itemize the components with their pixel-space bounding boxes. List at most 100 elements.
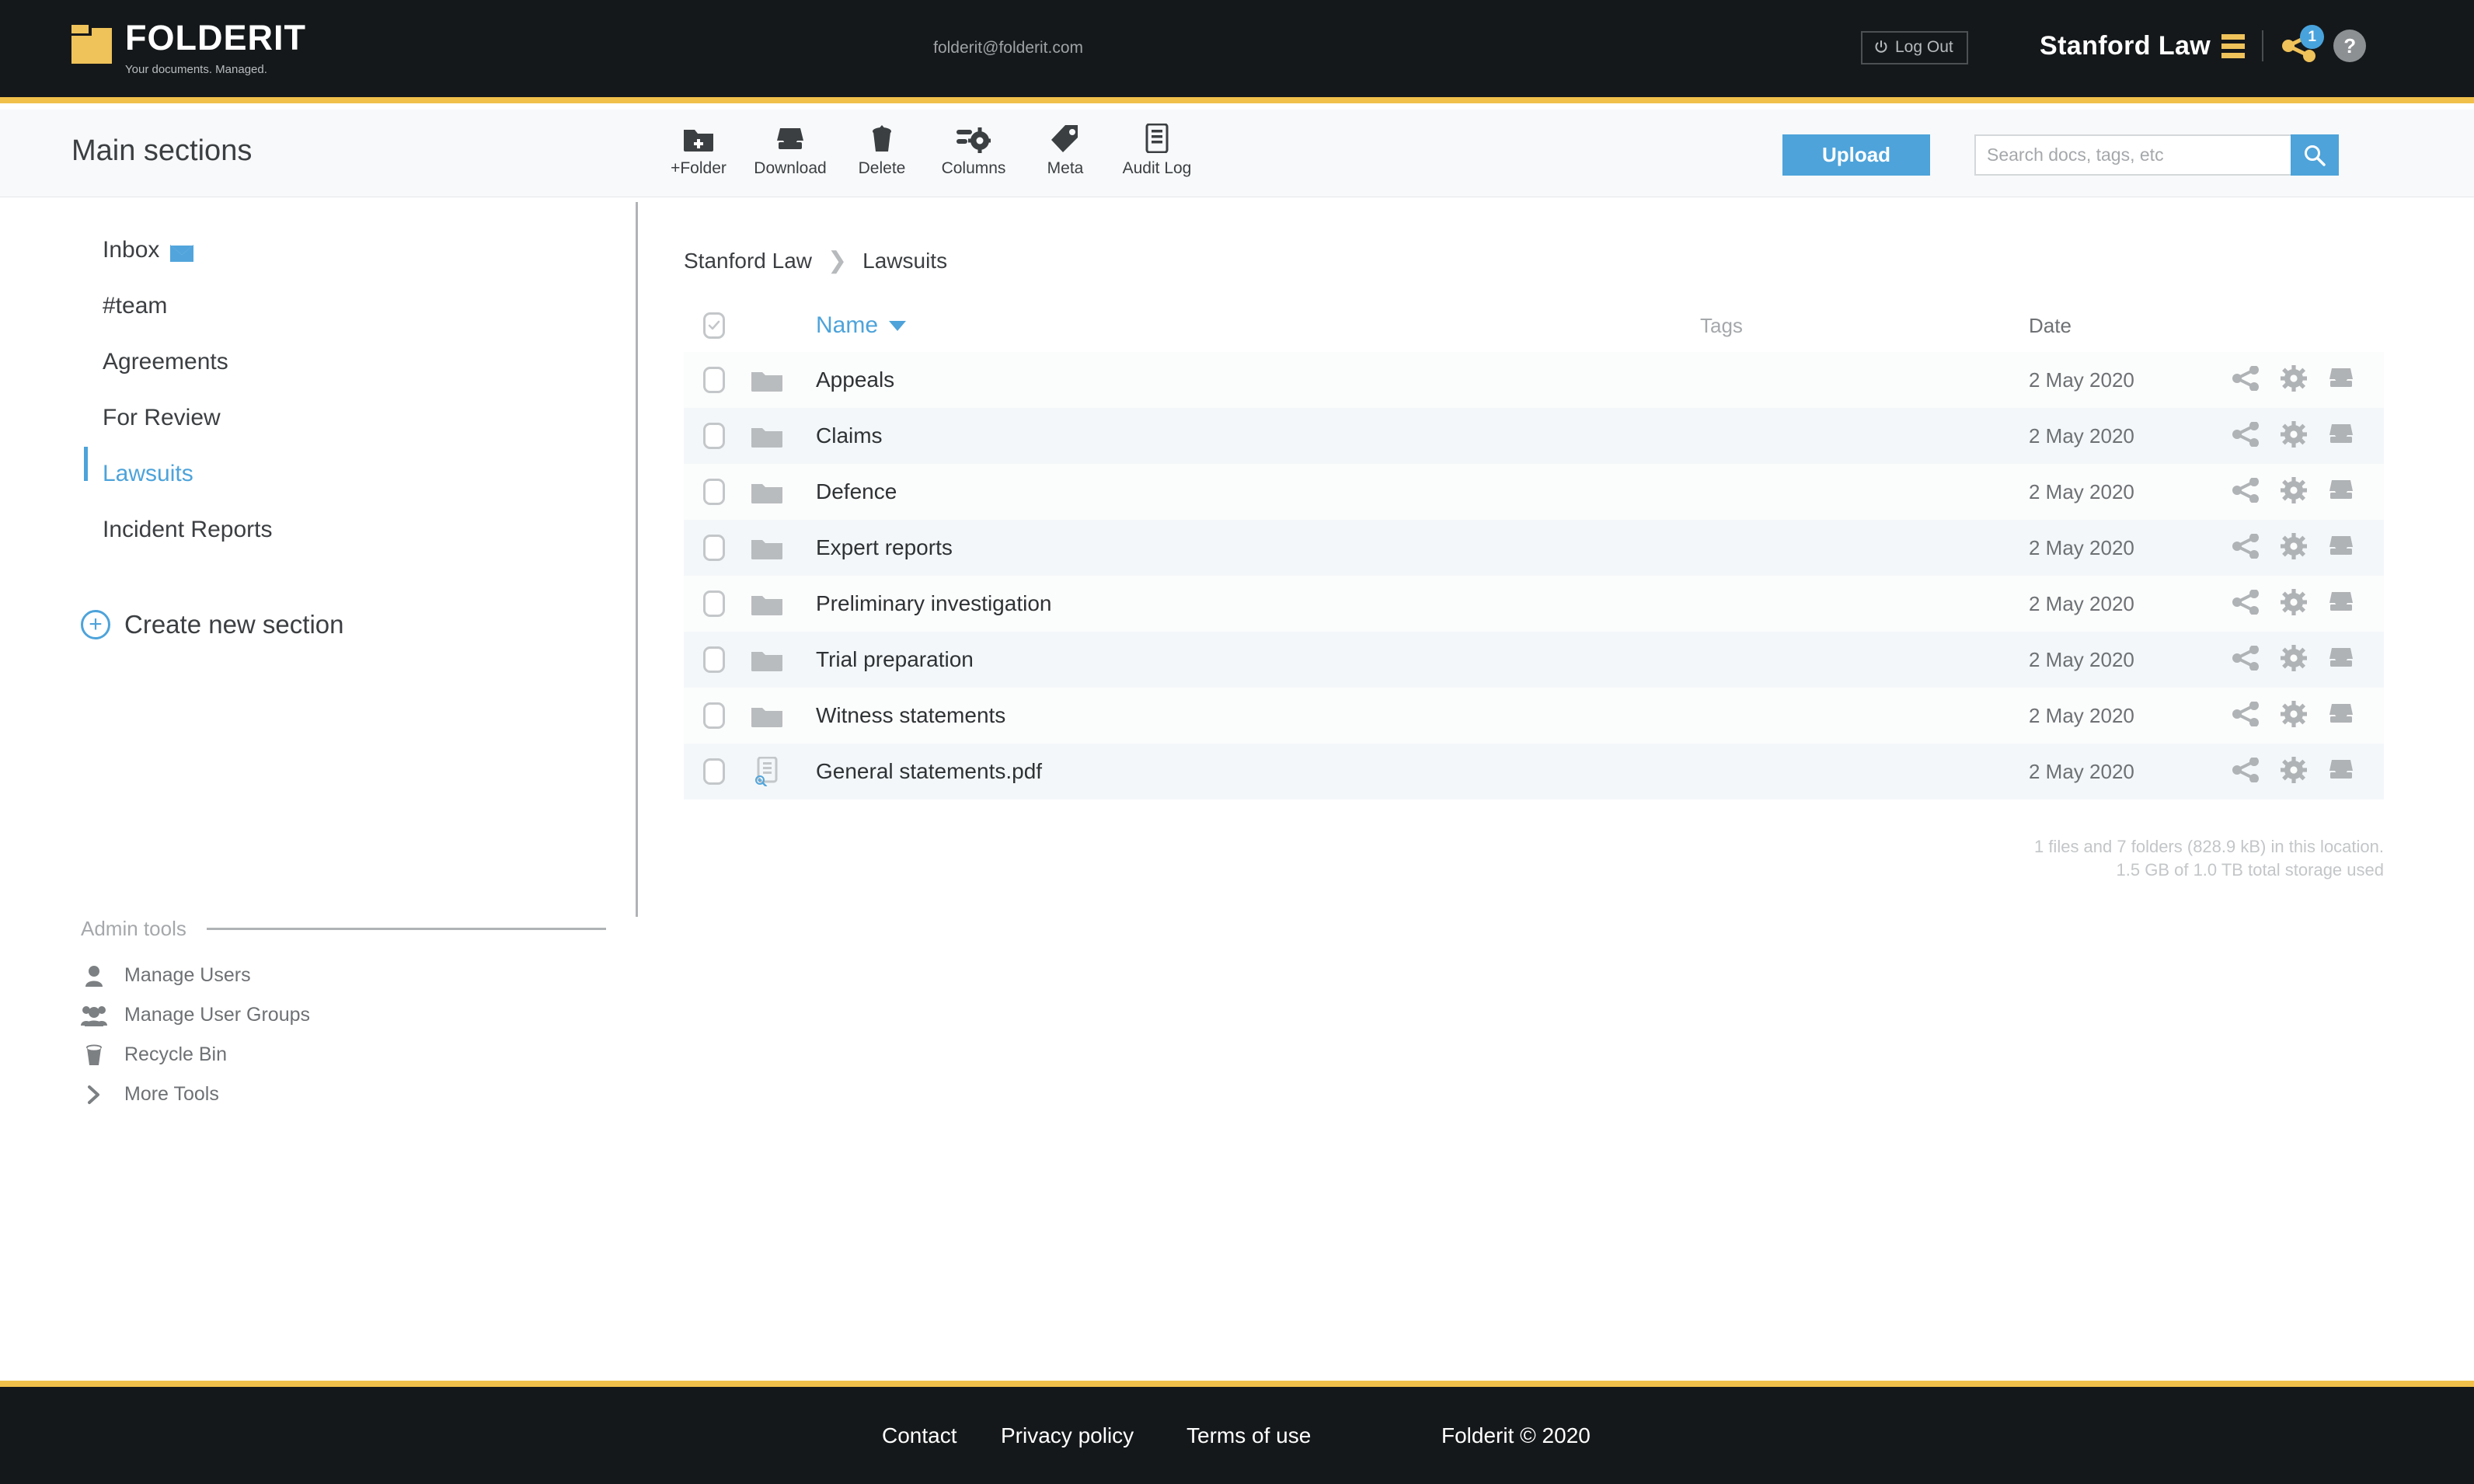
toolbar-delete[interactable]: Delete xyxy=(836,120,928,178)
row-name[interactable]: Claims xyxy=(790,423,1700,448)
column-header-name[interactable]: Name xyxy=(790,312,1700,339)
row-name[interactable]: General statements.pdf xyxy=(790,759,1700,784)
row-checkbox-cell[interactable] xyxy=(684,423,744,449)
download-icon[interactable] xyxy=(2328,590,2354,618)
search-input[interactable] xyxy=(1974,134,2291,176)
breadcrumb: Stanford Law ❯ Lawsuits xyxy=(684,247,947,274)
sidebar-item-for-review[interactable]: For Review xyxy=(103,405,221,431)
toolbar-columns[interactable]: Columns xyxy=(928,120,1019,178)
share-icon[interactable] xyxy=(2232,420,2260,451)
share-icon[interactable] xyxy=(2232,476,2260,507)
toolbar-meta[interactable]: Meta xyxy=(1019,120,1111,178)
gear-icon[interactable] xyxy=(2281,532,2307,563)
row-checkbox[interactable] xyxy=(702,590,725,617)
download-icon[interactable] xyxy=(2328,758,2354,786)
file-table: Name Tags Date Appeals 2 May 2020 Claims 2 … xyxy=(684,299,2384,799)
row-checkbox[interactable] xyxy=(702,423,725,449)
upload-button[interactable]: Upload xyxy=(1782,134,1930,176)
gear-icon[interactable] xyxy=(2281,700,2307,731)
admin-item-manage-users[interactable]: Manage Users xyxy=(81,964,251,987)
row-checkbox[interactable] xyxy=(702,479,725,505)
folder-icon xyxy=(744,703,790,728)
table-row[interactable]: Claims 2 May 2020 xyxy=(684,408,2384,464)
admin-item-more-tools[interactable]: More Tools xyxy=(81,1083,219,1106)
gear-icon[interactable] xyxy=(2281,588,2307,619)
row-checkbox-cell[interactable] xyxy=(684,535,744,561)
gear-icon[interactable] xyxy=(2281,420,2307,451)
row-checkbox[interactable] xyxy=(702,702,725,729)
admin-item-manage-user-groups[interactable]: Manage User Groups xyxy=(81,1004,310,1026)
sidebar-item-label: For Review xyxy=(103,405,221,430)
row-name[interactable]: Preliminary investigation xyxy=(790,591,1700,616)
download-icon[interactable] xyxy=(2328,535,2354,562)
hamburger-menu-icon[interactable] xyxy=(2221,33,2246,58)
folder-icon xyxy=(744,368,790,392)
download-icon[interactable] xyxy=(2328,646,2354,674)
gear-icon[interactable] xyxy=(2281,476,2307,507)
footer-link-contact[interactable]: Contact xyxy=(882,1423,957,1448)
row-name[interactable]: Trial preparation xyxy=(790,647,1700,672)
share-icon[interactable] xyxy=(2232,364,2260,395)
search-button[interactable] xyxy=(2291,134,2339,176)
toolbar-download[interactable]: Download xyxy=(744,120,836,178)
row-checkbox[interactable] xyxy=(702,367,725,393)
column-header-date[interactable]: Date xyxy=(1933,314,2190,338)
gear-icon[interactable] xyxy=(2281,756,2307,787)
toolbar-new-folder[interactable]: +Folder xyxy=(653,120,744,178)
download-icon[interactable] xyxy=(2328,702,2354,730)
logo[interactable]: FOLDERIT Your documents. Managed. xyxy=(71,17,306,78)
row-name[interactable]: Witness statements xyxy=(790,703,1700,728)
row-name[interactable]: Appeals xyxy=(790,368,1700,392)
select-all-checkbox[interactable] xyxy=(684,312,744,339)
toolbar-audit-log[interactable]: Audit Log xyxy=(1111,120,1203,178)
download-icon[interactable] xyxy=(2328,479,2354,506)
table-row[interactable]: Witness statements 2 May 2020 xyxy=(684,688,2384,744)
table-row[interactable]: Trial preparation 2 May 2020 xyxy=(684,632,2384,688)
row-checkbox-cell[interactable] xyxy=(684,702,744,729)
row-checkbox-cell[interactable] xyxy=(684,590,744,617)
download-icon[interactable] xyxy=(2328,423,2354,450)
admin-item-recycle-bin[interactable]: Recycle Bin xyxy=(81,1043,227,1066)
row-checkbox[interactable] xyxy=(702,535,725,561)
gear-icon[interactable] xyxy=(2281,364,2307,395)
checkbox-icon[interactable] xyxy=(702,312,725,339)
create-new-section-button[interactable]: + Create new section xyxy=(81,610,343,639)
share-icon[interactable] xyxy=(2232,588,2260,618)
share-icon[interactable] xyxy=(2232,700,2260,730)
share-icon[interactable] xyxy=(2232,644,2260,674)
share-icon[interactable] xyxy=(2232,532,2260,563)
sidebar-item-agreements[interactable]: Agreements xyxy=(103,349,228,375)
row-checkbox-cell[interactable] xyxy=(684,646,744,673)
gear-icon[interactable] xyxy=(2281,644,2307,675)
share-icon[interactable]: 1 xyxy=(2281,25,2325,62)
column-header-tags[interactable]: Tags xyxy=(1700,314,1933,338)
sidebar-item-lawsuits[interactable]: Lawsuits xyxy=(103,461,193,487)
sidebar-item-incident-reports[interactable]: Incident Reports xyxy=(103,517,272,543)
sidebar-item-team[interactable]: #team xyxy=(103,293,167,319)
row-name[interactable]: Expert reports xyxy=(790,535,1700,560)
table-row[interactable]: General statements.pdf 2 May 2020 xyxy=(684,744,2384,799)
download-icon[interactable] xyxy=(2328,367,2354,394)
row-checkbox-cell[interactable] xyxy=(684,367,744,393)
share-icon[interactable] xyxy=(2232,756,2260,786)
row-name[interactable]: Defence xyxy=(790,479,1700,504)
footer-link-privacy-policy[interactable]: Privacy policy xyxy=(1001,1423,1134,1448)
row-checkbox[interactable] xyxy=(702,758,725,785)
help-icon[interactable]: ? xyxy=(2333,30,2367,62)
table-row[interactable]: Preliminary investigation 2 May 2020 xyxy=(684,576,2384,632)
trash-icon xyxy=(866,120,898,153)
mail-icon xyxy=(170,242,194,262)
footer-link-terms-of-use[interactable]: Terms of use xyxy=(1186,1423,1311,1448)
table-row[interactable]: Expert reports 2 May 2020 xyxy=(684,520,2384,576)
org-switcher[interactable]: Stanford Law 1 ? xyxy=(2040,25,2367,62)
breadcrumb-root[interactable]: Stanford Law xyxy=(684,249,812,273)
admin-item-label: Recycle Bin xyxy=(124,1043,227,1065)
row-checkbox-cell[interactable] xyxy=(684,758,744,785)
row-checkbox-cell[interactable] xyxy=(684,479,744,505)
table-row[interactable]: Appeals 2 May 2020 xyxy=(684,352,2384,408)
logout-button[interactable]: Log Out xyxy=(1861,31,1968,64)
sidebar-item-label: Agreements xyxy=(103,349,228,374)
row-checkbox[interactable] xyxy=(702,646,725,673)
table-row[interactable]: Defence 2 May 2020 xyxy=(684,464,2384,520)
sidebar-item-inbox[interactable]: Inbox xyxy=(103,237,194,263)
